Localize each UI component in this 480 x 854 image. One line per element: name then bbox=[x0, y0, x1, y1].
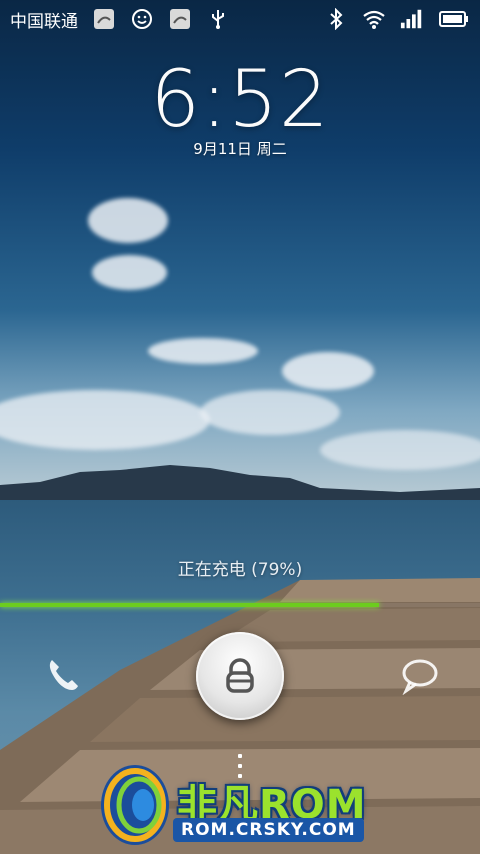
smiley-icon bbox=[130, 7, 154, 31]
wifi-icon bbox=[362, 7, 386, 31]
battery-icon bbox=[438, 7, 470, 31]
lock-icon bbox=[226, 658, 254, 693]
usb-icon bbox=[206, 7, 230, 31]
charging-progress-bar bbox=[0, 603, 480, 607]
status-bar: 中国联通 bbox=[0, 0, 480, 38]
carrier-name: 中国联通 bbox=[10, 11, 78, 32]
cloud bbox=[282, 352, 374, 390]
watermark-url: ROM.CRSKY.COM bbox=[173, 818, 364, 842]
notification-app-icon bbox=[92, 7, 116, 31]
watermark-logo: 非凡ROM ROM.CRSKY.COM bbox=[95, 760, 395, 850]
charging-status: 正在充电 (79%) bbox=[177, 560, 303, 580]
unlock-button[interactable] bbox=[196, 632, 284, 720]
notification-app-icon bbox=[168, 7, 192, 31]
cloud bbox=[148, 338, 258, 364]
signal-icon bbox=[400, 7, 424, 31]
cloud bbox=[92, 255, 167, 290]
watermark-swirl-icon bbox=[101, 765, 169, 845]
cloud bbox=[200, 390, 340, 435]
mountains bbox=[0, 465, 480, 505]
bluetooth-icon bbox=[324, 7, 348, 31]
clock-date: 9月11日 周二 bbox=[193, 140, 287, 158]
phone-icon bbox=[49, 660, 78, 690]
charging-progress-fill bbox=[0, 603, 380, 607]
clock-time: 6:52 bbox=[150, 55, 330, 145]
phone-shortcut-button[interactable] bbox=[38, 650, 88, 700]
message-icon bbox=[402, 659, 438, 695]
message-shortcut-button[interactable] bbox=[394, 650, 444, 700]
cloud bbox=[88, 198, 168, 243]
